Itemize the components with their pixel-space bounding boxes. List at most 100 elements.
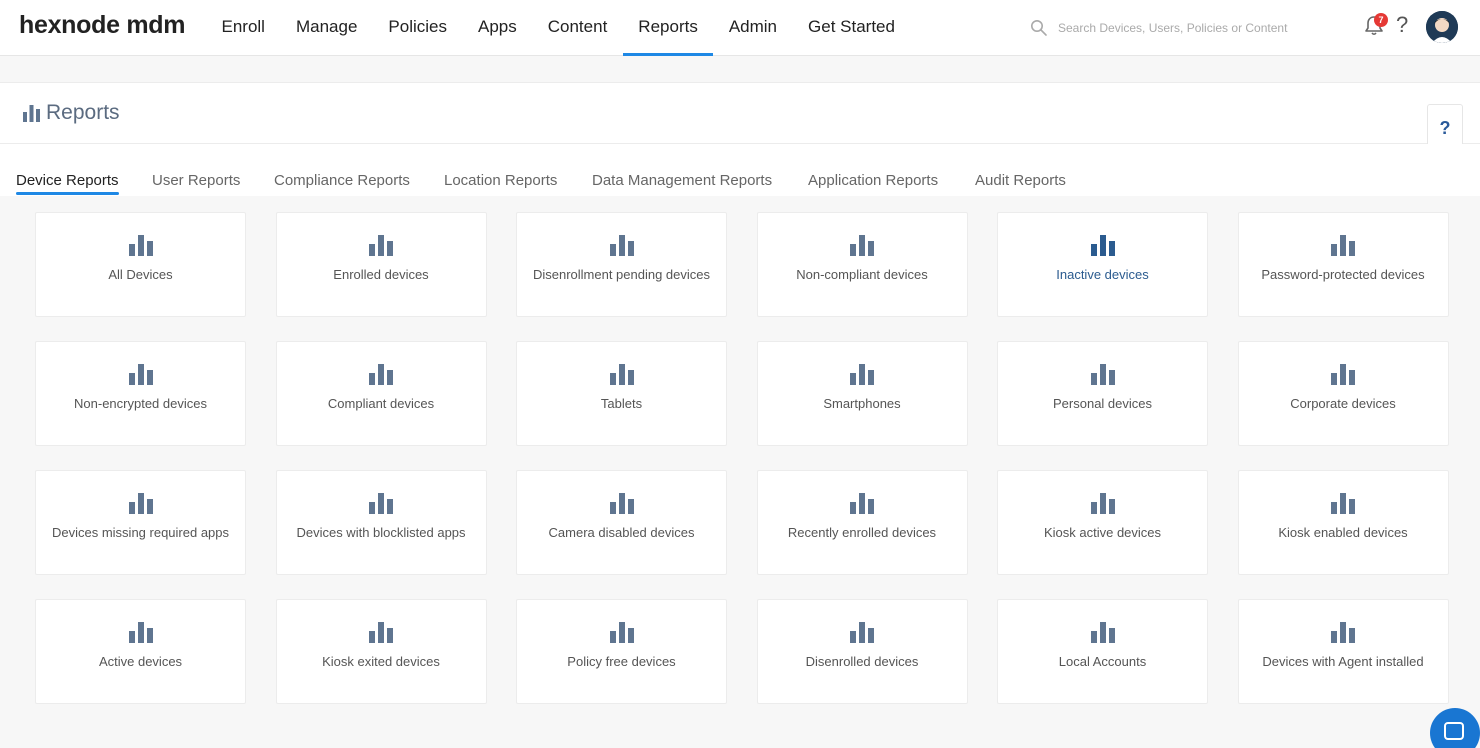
bar-chart-icon	[369, 493, 393, 514]
report-card-label: Corporate devices	[1290, 396, 1396, 411]
report-card-label: Tablets	[600, 396, 643, 411]
report-card[interactable]: Compliant devices	[275, 341, 487, 446]
report-card[interactable]: Kiosk active devices	[997, 470, 1208, 575]
report-card-label: Inactive devices	[1056, 267, 1149, 282]
report-card-label: Non-encrypted devices	[74, 396, 207, 411]
nav-content[interactable]: Content	[532, 0, 623, 56]
report-card[interactable]: Disenrolled devices	[756, 599, 968, 704]
search-icon	[1031, 20, 1047, 36]
report-card[interactable]: Password-protected devices	[1237, 212, 1449, 317]
main-nav: Enroll Manage Policies Apps Content Repo…	[206, 0, 910, 56]
top-navigation-bar: hexnode mdm Enroll Manage Policies Apps …	[0, 0, 1480, 56]
report-card[interactable]: Disenrollment pending devices	[516, 212, 727, 317]
report-card-label: Enrolled devices	[333, 267, 429, 282]
bar-chart-icon	[128, 493, 153, 514]
bar-chart-icon	[1090, 493, 1115, 514]
report-card[interactable]: All Devices	[35, 212, 246, 317]
bar-chart-icon	[1331, 235, 1355, 256]
nav-enroll[interactable]: Enroll	[206, 0, 280, 56]
report-card-label: Kiosk enabled devices	[1278, 525, 1408, 540]
report-card-label: All Devices	[108, 267, 173, 282]
tab-compliance-reports[interactable]: Compliance Reports	[274, 172, 410, 189]
report-card-label: Password-protected devices	[1261, 267, 1425, 282]
nav-apps[interactable]: Apps	[463, 0, 533, 56]
report-card[interactable]: Recently enrolled devices	[756, 470, 968, 575]
report-card-label: Local Accounts	[1058, 654, 1147, 669]
bar-chart-icon	[850, 622, 874, 643]
page-title: Reports	[22, 101, 120, 125]
bar-chart-icon	[1090, 235, 1115, 256]
report-card-label: Disenrolled devices	[805, 654, 919, 669]
bar-chart-icon	[1331, 493, 1355, 514]
report-card[interactable]: Policy free devices	[516, 599, 727, 704]
bar-chart-icon	[1090, 364, 1115, 385]
report-card[interactable]: Kiosk exited devices	[275, 599, 487, 704]
bar-chart-icon	[369, 235, 393, 256]
tab-location-reports[interactable]: Location Reports	[444, 172, 557, 189]
hexnode-logo[interactable]: hexnode mdm	[19, 11, 185, 40]
tab-device-reports[interactable]: Device Reports	[16, 172, 119, 195]
report-card-label: Compliant devices	[327, 396, 435, 411]
avatar-icon	[1426, 11, 1458, 43]
bar-chart-icon	[369, 622, 393, 643]
report-card-label: Active devices	[98, 654, 183, 669]
report-card[interactable]: Camera disabled devices	[516, 470, 727, 575]
bar-chart-icon	[850, 364, 874, 385]
report-cards-grid: All Devices Enrolled devices Disenrollment…	[35, 212, 1449, 704]
report-card[interactable]: Devices missing required apps	[35, 470, 246, 575]
report-card-label: Kiosk exited devices	[322, 654, 440, 669]
tab-application-reports[interactable]: Application Reports	[808, 172, 938, 189]
report-card[interactable]: Active devices	[35, 599, 246, 704]
bar-chart-icon	[850, 493, 874, 514]
report-card[interactable]: Tablets	[516, 341, 727, 446]
nav-get-started[interactable]: Get Started	[793, 0, 911, 56]
report-card[interactable]: Personal devices	[997, 341, 1208, 446]
report-card-label: Devices with blocklisted apps	[296, 525, 466, 540]
report-card-label: Kiosk active devices	[1043, 525, 1162, 540]
report-card[interactable]: Kiosk enabled devices	[1237, 470, 1449, 575]
report-card[interactable]: Corporate devices	[1237, 341, 1449, 446]
report-card-label: Smartphones	[823, 396, 901, 411]
user-avatar[interactable]	[1426, 11, 1458, 43]
nav-reports[interactable]: Reports	[622, 0, 714, 56]
report-card[interactable]: Non-encrypted devices	[35, 341, 246, 446]
tab-audit-reports[interactable]: Audit Reports	[975, 172, 1066, 189]
report-card[interactable]: Inactive devices	[997, 212, 1208, 317]
bar-chart-icon	[1090, 622, 1115, 643]
report-card-label: Non-compliant devices	[796, 267, 928, 282]
nav-manage[interactable]: Manage	[280, 0, 372, 56]
report-card-label: Disenrollment pending devices	[532, 267, 711, 282]
report-card-label: Recently enrolled devices	[787, 525, 937, 540]
bar-chart-icon	[850, 235, 874, 256]
bar-chart-icon	[609, 364, 634, 385]
report-card[interactable]: Smartphones	[756, 341, 968, 446]
bar-chart-icon	[609, 493, 634, 514]
nav-admin[interactable]: Admin	[713, 0, 792, 56]
page-title-text: Reports	[46, 101, 120, 124]
global-search	[1030, 14, 1320, 42]
bar-chart-icon	[1331, 364, 1355, 385]
report-card[interactable]: Local Accounts	[997, 599, 1208, 704]
search-input[interactable]	[1058, 21, 1308, 35]
report-tabs: Device Reports User Reports Compliance R…	[0, 144, 1480, 196]
report-card-label: Devices missing required apps	[51, 525, 230, 540]
page-header: Reports	[0, 82, 1480, 144]
bar-chart-icon	[1331, 622, 1355, 643]
report-card[interactable]: Non-compliant devices	[756, 212, 968, 317]
help-icon[interactable]: ?	[1396, 12, 1408, 38]
report-card-label: Camera disabled devices	[548, 525, 695, 540]
report-card[interactable]: Devices with blocklisted apps	[275, 470, 487, 575]
report-card-label: Policy free devices	[567, 654, 676, 669]
report-card[interactable]: Devices with Agent installed	[1237, 599, 1449, 704]
reports-bar-chart-icon	[23, 105, 40, 122]
bar-chart-icon	[128, 364, 153, 385]
chat-icon	[1444, 722, 1464, 740]
tab-user-reports[interactable]: User Reports	[152, 172, 240, 189]
tab-data-management-reports[interactable]: Data Management Reports	[592, 172, 772, 189]
nav-policies[interactable]: Policies	[373, 0, 463, 56]
bar-chart-icon	[369, 364, 393, 385]
report-card-label: Personal devices	[1053, 396, 1152, 411]
notification-count-badge: 7	[1374, 13, 1388, 27]
chat-launcher-button[interactable]	[1430, 708, 1480, 748]
report-card[interactable]: Enrolled devices	[275, 212, 487, 317]
